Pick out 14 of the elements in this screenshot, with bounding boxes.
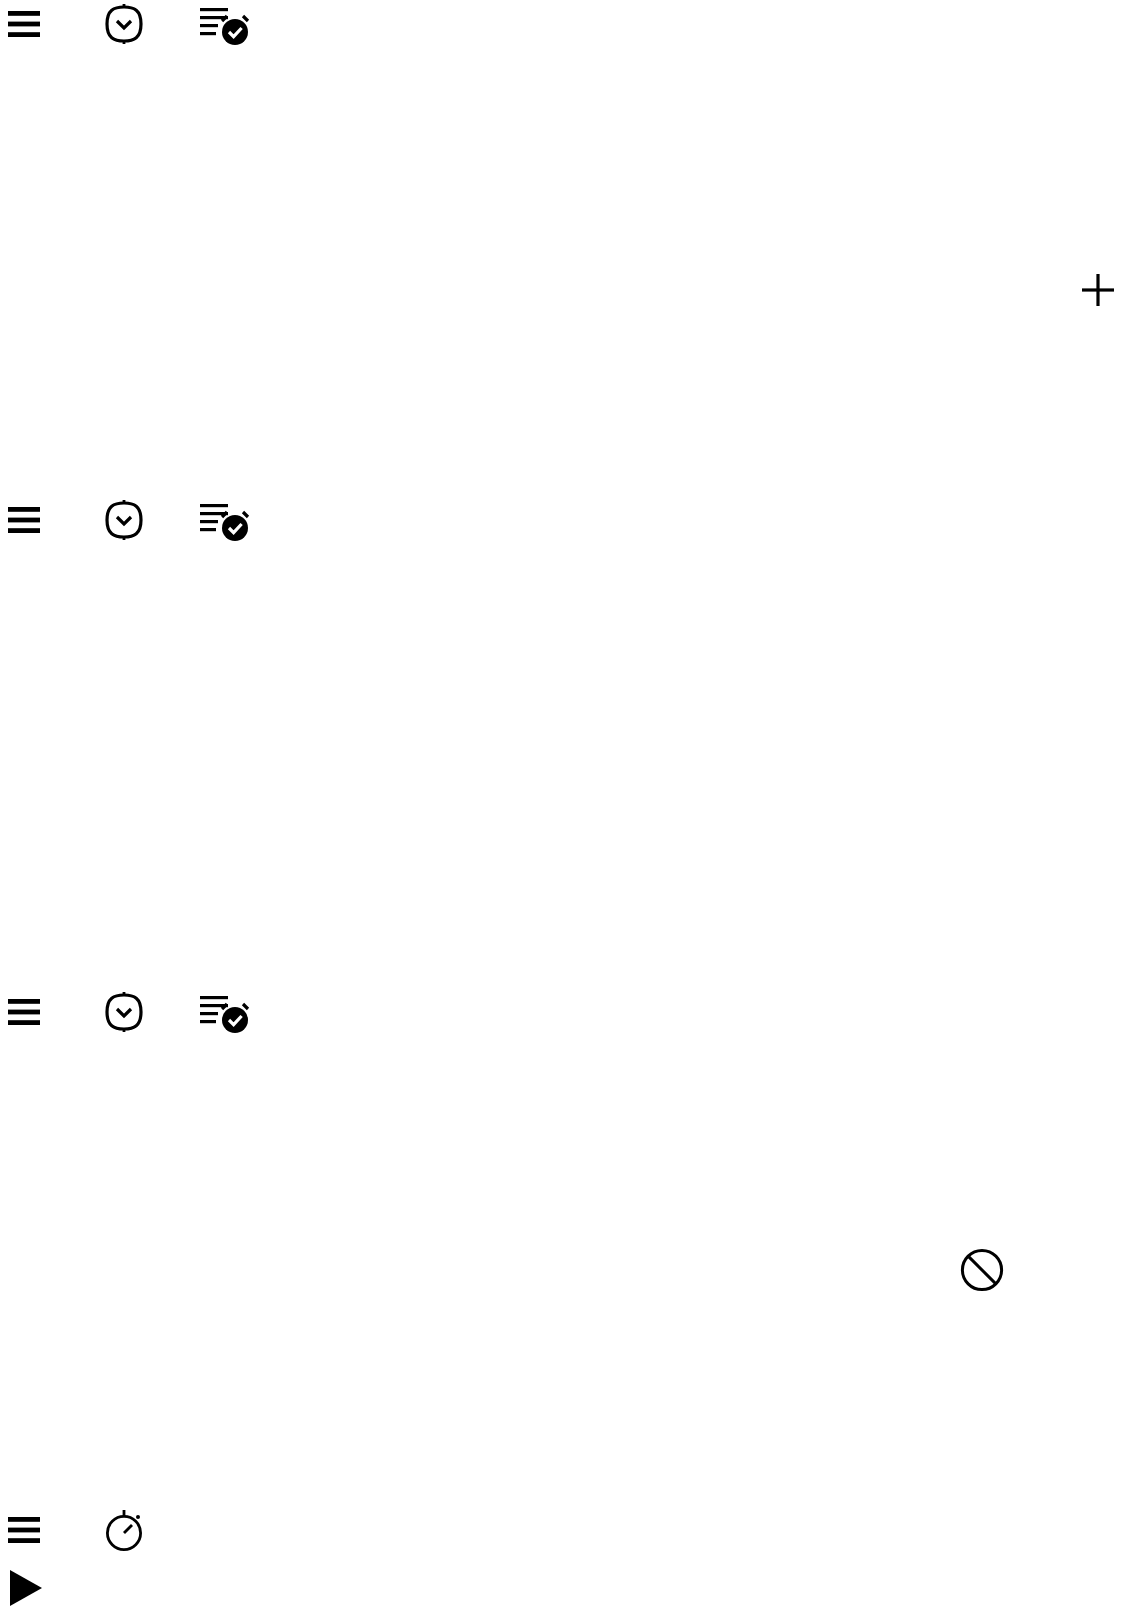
watch-icon[interactable] (104, 500, 144, 540)
menu-icon[interactable] (8, 998, 40, 1026)
stopwatch-icon[interactable] (104, 1508, 148, 1552)
watch-icon[interactable] (104, 4, 144, 44)
menu-icon[interactable] (8, 1516, 40, 1544)
alarm-list-icon[interactable] (200, 994, 252, 1034)
alarm-list-icon[interactable] (200, 6, 252, 46)
alarm-list-icon[interactable] (200, 502, 252, 542)
add-icon[interactable] (1082, 274, 1114, 306)
play-icon[interactable] (10, 1570, 42, 1606)
menu-icon[interactable] (8, 506, 40, 534)
block-icon[interactable] (960, 1248, 1004, 1292)
watch-icon[interactable] (104, 992, 144, 1032)
menu-icon[interactable] (8, 10, 40, 38)
